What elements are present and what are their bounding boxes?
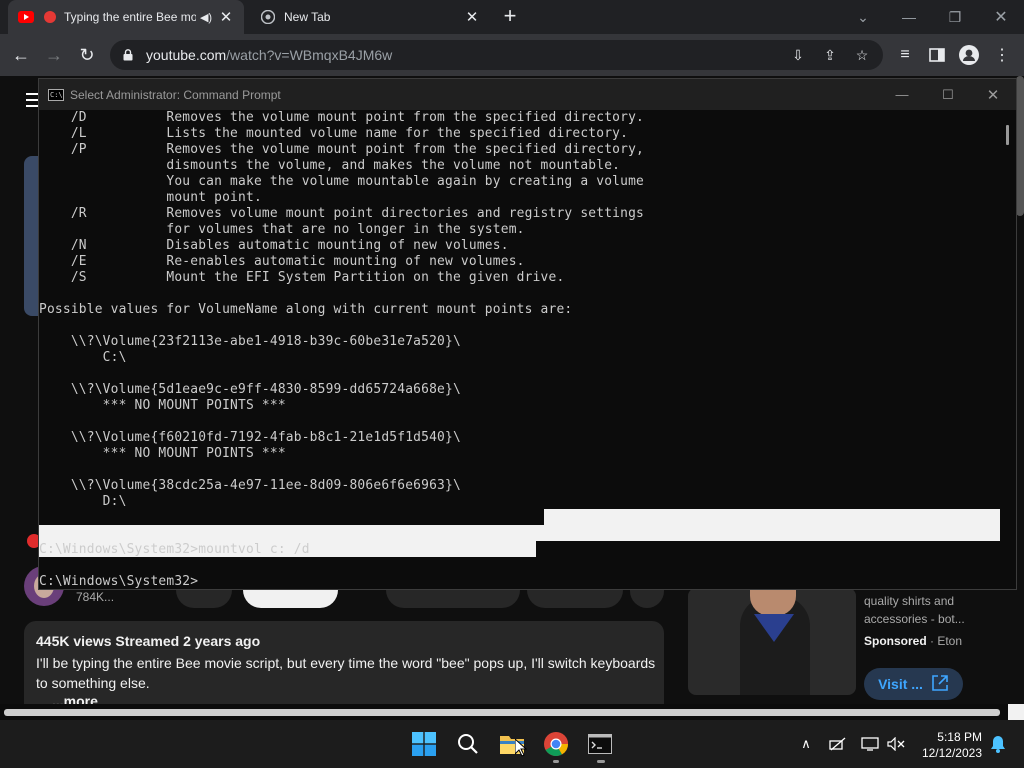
tab-youtube[interactable]: Typing the entire Bee mo ◀︎) ✕	[8, 0, 244, 34]
tab-new-tab[interactable]: New Tab ✕	[250, 0, 490, 34]
console-line: \\?\Volume{23f2113e-abe1-4918-b39c-60be3…	[39, 334, 461, 349]
browser-toolbar: ← → ↻ youtube.com/watch?v=WBmqxB4JM6w ⇩ …	[0, 34, 1024, 76]
console-line: for volumes that are no longer in the sy…	[39, 222, 525, 237]
visit-label: Visit ...	[878, 676, 923, 692]
console-line: /R Removes volume mount point directorie…	[39, 206, 645, 221]
forward-icon[interactable]: →	[41, 42, 67, 68]
reload-icon[interactable]: ↻	[74, 42, 100, 68]
media-control-icon[interactable]: ≡	[893, 43, 917, 67]
audio-playing-icon[interactable]: ◀︎)	[196, 11, 216, 24]
close-window-icon[interactable]: ✕	[978, 0, 1024, 34]
horizontal-scroll-thumb[interactable]	[4, 709, 1000, 716]
url-text: youtube.com/watch?v=WBmqxB4JM6w	[146, 47, 393, 63]
minimize-icon[interactable]: —	[886, 0, 932, 34]
chrome-taskbar-icon[interactable]	[540, 728, 572, 760]
browser-tab-strip: Typing the entire Bee mo ◀︎) ✕ New Tab ✕…	[0, 0, 1024, 34]
description-text: I'll be typing the entire Bee movie scri…	[36, 655, 656, 691]
share-icon[interactable]: ⇪	[819, 44, 841, 66]
search-icon[interactable]	[452, 728, 484, 760]
cmd-close-icon[interactable]: ✕	[970, 79, 1016, 110]
cmd-maximize-icon[interactable]: ☐	[925, 79, 971, 110]
command-prompt-window[interactable]: C:\ Select Administrator: Command Prompt…	[38, 78, 1017, 590]
scrollbar-corner	[1008, 704, 1024, 720]
side-panel-icon[interactable]	[925, 43, 949, 67]
profile-icon[interactable]	[957, 43, 981, 67]
windows-taskbar: ∧ 5:18 PM 12/12/2023	[0, 720, 1024, 768]
youtube-favicon-icon	[18, 9, 34, 25]
chrome-running-indicator	[553, 760, 559, 763]
tab-search-icon[interactable]: ⌄	[840, 0, 886, 34]
restore-icon[interactable]: ❐	[932, 0, 978, 34]
console-line: *** NO MOUNT POINTS ***	[39, 398, 286, 413]
chrome-favicon-icon	[260, 9, 276, 25]
show-hidden-icons-icon[interactable]: ∧	[794, 728, 818, 760]
console-line: dismounts the volume, and makes the volu…	[39, 158, 621, 173]
console-line: *** NO MOUNT POINTS ***	[39, 446, 286, 461]
display-icon[interactable]	[858, 728, 882, 760]
new-tab-button[interactable]: +	[498, 5, 522, 29]
console-line: /L Lists the mounted volume name for the…	[39, 126, 629, 141]
cmd-running-indicator	[597, 760, 605, 763]
console-line: C:\	[39, 350, 127, 365]
ad-description: quality shirts and accessories - bot...	[864, 594, 965, 626]
selection-highlight	[39, 525, 1000, 541]
lock-icon[interactable]	[120, 49, 136, 61]
console-line: \\?\Volume{38cdc25a-4e97-11ee-8d09-806e6…	[39, 478, 461, 493]
recording-dot-icon	[42, 9, 58, 25]
system-clock[interactable]: 5:18 PM 12/12/2023	[918, 729, 982, 761]
clock-time: 5:18 PM	[937, 730, 982, 744]
console-line: You can make the volume mountable again …	[39, 174, 645, 189]
back-icon[interactable]: ←	[8, 42, 34, 68]
cmd-app-icon: C:\	[48, 88, 64, 101]
ad-sponsored-line: Sponsored · Eton	[864, 634, 963, 648]
console-line: /D Removes the volume mount point from t…	[39, 110, 645, 125]
console-line: C:\Windows\System32>mountvol c: /d	[39, 542, 310, 557]
tab-title: Typing the entire Bee mo	[64, 10, 196, 24]
cmd-vertical-scrollbar[interactable]	[1000, 110, 1016, 589]
console-line: /N Disables automatic mounting of new vo…	[39, 238, 509, 253]
cmd-minimize-icon[interactable]: —	[879, 79, 925, 110]
cmd-console-output[interactable]: /D Removes the volume mount point from t…	[39, 110, 1000, 589]
install-app-icon[interactable]: ⇩	[787, 44, 809, 66]
console-line: /E Re-enables automatic mounting of new …	[39, 254, 525, 269]
console-line: D:\	[39, 494, 127, 509]
clock-date: 12/12/2023	[921, 746, 982, 760]
start-windows-icon[interactable]	[408, 728, 440, 760]
cmd-window-title: Select Administrator: Command Prompt	[70, 87, 281, 102]
close-tab-icon[interactable]: ✕	[216, 8, 236, 26]
command-prompt-taskbar-icon[interactable]	[584, 728, 616, 760]
page-scrollbar[interactable]	[1016, 76, 1024, 216]
selection-highlight	[544, 509, 1000, 525]
console-line: \\?\Volume{f60210fd-7192-4fab-b8c1-21e1d…	[39, 430, 461, 445]
views-and-date: 445K views Streamed 2 years ago	[36, 633, 261, 649]
bookmark-star-icon[interactable]: ☆	[851, 44, 873, 66]
cmd-title-bar[interactable]: C:\ Select Administrator: Command Prompt…	[39, 79, 1016, 110]
visit-advertiser-button[interactable]: Visit ...	[864, 668, 963, 700]
horizontal-scrollbar[interactable]	[0, 704, 1024, 720]
console-line: Possible values for VolumeName along wit…	[39, 302, 573, 317]
volume-muted-icon[interactable]	[884, 728, 908, 760]
network-disconnected-icon[interactable]	[826, 728, 850, 760]
console-line: C:\Windows\System32>	[39, 574, 199, 589]
ad-thumbnail[interactable]	[688, 588, 856, 695]
console-line: \\?\Volume{5d1eae9c-e9ff-4830-8599-dd657…	[39, 382, 461, 397]
console-line: /P Removes the volume mount point from t…	[39, 142, 645, 157]
subscriber-count: 784K...	[76, 590, 115, 604]
tab-title: New Tab	[284, 10, 331, 24]
external-link-icon	[931, 674, 949, 695]
notification-bell-icon[interactable]	[986, 728, 1010, 760]
console-line: mount point.	[39, 190, 262, 205]
mouse-cursor-icon	[514, 737, 528, 762]
cmd-scroll-thumb[interactable]	[1006, 125, 1009, 145]
console-line: /S Mount the EFI System Partition on the…	[39, 270, 565, 285]
address-bar[interactable]: youtube.com/watch?v=WBmqxB4JM6w ⇩ ⇪ ☆	[110, 40, 883, 70]
chrome-menu-icon[interactable]: ⋮	[990, 43, 1014, 67]
close-tab-icon[interactable]: ✕	[462, 8, 482, 26]
